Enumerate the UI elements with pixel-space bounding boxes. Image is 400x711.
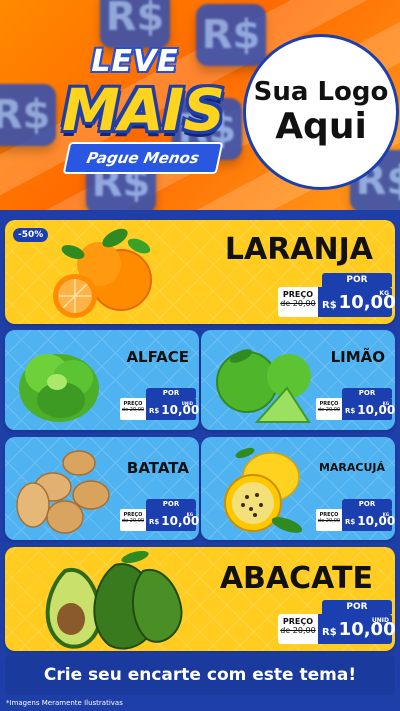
logo-top-text: LEVE (91, 44, 179, 79)
lime-icon (216, 349, 311, 423)
logo-main-text: MAIS (62, 76, 225, 144)
price-tag: POR PREÇO de 20,00 R$ 10,00 KG (316, 388, 395, 422)
product-card-alface[interactable]: ALFACE POR PREÇO de 20,00 R$ 10,00 UNID (5, 330, 199, 430)
lettuce-icon (19, 354, 99, 422)
currency-symbol: R$ (322, 627, 337, 638)
currency-symbol: R$ (322, 300, 337, 311)
old-price: de 20,00 (121, 518, 145, 524)
price-preco-label: PREÇO (319, 512, 339, 518)
price-unit: UNID (371, 617, 389, 624)
old-price: de 20,00 (121, 407, 145, 413)
passion-fruit-icon (224, 447, 303, 533)
product-name: LIMÃO (330, 348, 385, 366)
product-name: ALFACE (126, 348, 189, 366)
price-unit: KG (382, 512, 389, 517)
price-tag: POR PREÇO de 20,00 R$ 10,00 KG (120, 499, 199, 533)
currency-symbol: R$ (149, 518, 160, 526)
disclaimer-text: *Imagens Meramente Ilustrativas (6, 699, 123, 707)
old-price: de 20,00 (317, 407, 341, 413)
current-price: 10,00 (161, 514, 199, 528)
old-price: de 20,00 (317, 518, 341, 524)
price-por-label: POR (146, 388, 196, 398)
brand-logo: LEVE MAIS Pague Menos (48, 38, 225, 178)
product-name: MARACUJÁ (318, 461, 385, 474)
product-card-batata[interactable]: BATATA POR PREÇO de 20,00 R$ 10,00 KG (5, 437, 199, 540)
price-por-label: POR (342, 388, 392, 398)
logo-placeholder-line1: Sua Logo (253, 77, 389, 107)
price-por-label: POR (146, 499, 196, 509)
price-preco-label: PREÇO (282, 290, 314, 299)
price-por-label: POR (342, 499, 392, 509)
potato-icon (16, 450, 110, 534)
currency-symbol: R$ (149, 407, 160, 415)
current-price: 10,00 (357, 403, 395, 417)
orange-fruit-icon (53, 228, 152, 318)
old-price: de 20,00 (280, 299, 316, 308)
price-unit: KG (382, 401, 389, 406)
price-preco-label: PREÇO (123, 512, 143, 518)
price-unit: KG (379, 290, 389, 297)
price-tag: POR PREÇO de 20,00 R$ 10,00 UNID (120, 388, 199, 422)
product-name: BATATA (126, 459, 189, 477)
currency-symbol: R$ (345, 518, 356, 526)
product-card-laranja[interactable]: -50% LARANJA POR PREÇO de 20,00 R$ 10,00… (5, 220, 395, 324)
price-tag: POR PREÇO de 20,00 R$ 10,00 UNID (278, 600, 395, 648)
price-unit: KG (186, 512, 193, 517)
product-card-maracuja[interactable]: MARACUJÁ POR PREÇO de 20,00 R$ 10,00 KG (201, 437, 395, 540)
store-logo-placeholder[interactable]: Sua Logo Aqui (243, 34, 399, 190)
price-preco-label: PREÇO (123, 401, 143, 407)
create-flyer-button[interactable]: Crie seu encarte com este tema! (5, 655, 395, 695)
product-name: LARANJA (224, 232, 373, 267)
price-por-label: POR (322, 600, 392, 614)
price-preco-label: PREÇO (319, 401, 339, 407)
logo-placeholder-line2: Aqui (275, 106, 367, 147)
discount-badge: -50% (13, 228, 49, 242)
product-card-abacate[interactable]: ABACATE POR PREÇO de 20,00 R$ 10,00 UNID (5, 547, 395, 651)
price-por-label: POR (322, 273, 392, 287)
price-unit: UNID (181, 401, 193, 406)
header-banner: R$ R$ R$ R$ R$ R$ LEVE MAIS Pague Menos … (0, 0, 400, 210)
currency-symbol: R$ (345, 407, 356, 415)
logo-sub-text: Pague Menos (62, 142, 224, 174)
price-preco-label: PREÇO (282, 617, 314, 626)
price-tag: POR PREÇO de 20,00 R$ 10,00 KG (316, 499, 395, 533)
product-name: ABACATE (219, 561, 373, 596)
avocado-icon (45, 550, 183, 650)
price-tag: POR PREÇO de 20,00 R$ 10,00 KG (278, 273, 395, 321)
current-price: 10,00 (357, 514, 395, 528)
current-price: 10,00 (161, 403, 199, 417)
old-price: de 20,00 (280, 626, 316, 635)
product-card-limao[interactable]: LIMÃO POR PREÇO de 20,00 R$ 10,00 KG (201, 330, 395, 430)
